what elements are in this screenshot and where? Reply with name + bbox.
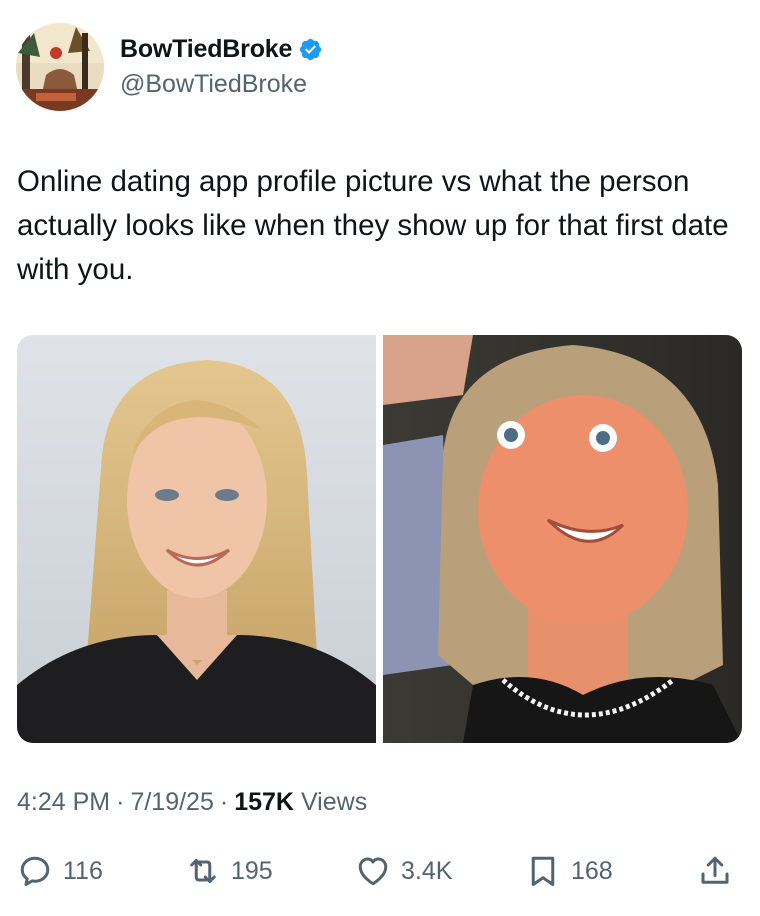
bookmark-icon xyxy=(531,856,555,886)
candid-photo-right[interactable] xyxy=(383,335,742,743)
share-icon xyxy=(701,856,729,884)
like-count: 3.4K xyxy=(401,856,453,885)
tweet-date[interactable]: 7/19/25 xyxy=(130,788,213,817)
separator-dot: · xyxy=(116,788,125,816)
tweet-actions: 116 195 3.4K 168 xyxy=(17,848,737,894)
views-label: Views xyxy=(300,788,368,816)
tweet-time[interactable]: 4:24 PM xyxy=(17,788,110,817)
tweet-media xyxy=(17,335,742,743)
handle[interactable]: @BowTiedBroke xyxy=(120,70,323,99)
reply-icon xyxy=(20,856,50,886)
tweet-text: Online dating app profile picture vs wha… xyxy=(17,165,729,286)
heart-icon xyxy=(358,857,388,886)
tweet-header: BowTiedBroke @BowTiedBroke xyxy=(16,22,323,112)
repost-count: 195 xyxy=(231,856,273,885)
reply-button[interactable]: 116 xyxy=(17,848,103,894)
views-count: 157K xyxy=(234,788,294,816)
bookmark-count: 168 xyxy=(571,856,613,885)
bookmark-button[interactable]: 168 xyxy=(525,848,613,894)
author-names: BowTiedBroke @BowTiedBroke xyxy=(120,35,323,99)
display-name-row: BowTiedBroke xyxy=(120,35,323,64)
profile-photo-left[interactable] xyxy=(17,335,376,743)
share-button[interactable] xyxy=(697,848,733,894)
like-button[interactable]: 3.4K xyxy=(355,848,452,894)
repost-icon xyxy=(190,859,216,883)
display-name[interactable]: BowTiedBroke xyxy=(120,35,292,64)
repost-button[interactable]: 195 xyxy=(185,848,273,894)
verified-badge-icon xyxy=(298,37,323,62)
reply-count: 116 xyxy=(63,856,103,885)
tweet-meta: 4:24 PM · 7/19/25 · 157K Views xyxy=(17,788,367,817)
separator-dot: · xyxy=(219,788,229,816)
avatar[interactable] xyxy=(16,23,104,111)
